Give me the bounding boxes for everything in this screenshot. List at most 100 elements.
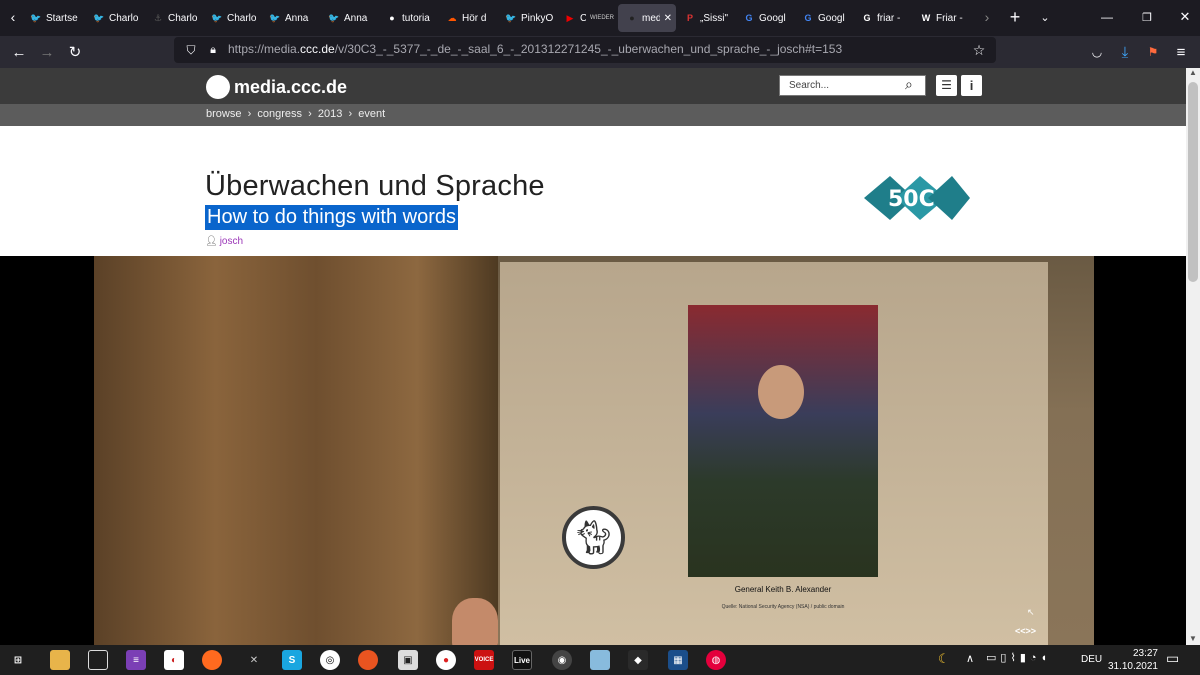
slide-source: Quelle: National Security Agency (NSA) /… [721,604,845,610]
tab-scroll-left-icon[interactable]: ‹ [2,6,24,28]
rss-icon[interactable]: ☰ [936,75,957,96]
tab-label: friar - [877,12,901,24]
tab-2[interactable]: ⚓ Charlo [144,4,202,32]
twitter-icon: 🐦 [505,12,517,23]
tab-1[interactable]: 🐦 Charlo [85,4,143,32]
ableton-live-icon[interactable]: Live [512,650,532,670]
play-button-cat-icon[interactable]: 🐈︎ [562,506,625,569]
app-icon-5[interactable]: ▣ [398,650,418,670]
file-explorer-icon[interactable] [50,650,70,670]
tab-scroll-right-icon[interactable]: › [976,6,998,28]
site-name: media.ccc.de [234,76,348,97]
bookmark-star-icon[interactable]: ☆ [968,39,990,61]
clock[interactable]: 23:27 31.10.2021 [1102,647,1158,673]
page-title: Überwachen und Sprache [205,170,545,202]
speaker-link[interactable]: 👤︎ josch [205,236,243,247]
tab-list-dropdown-icon[interactable]: ⌄ [1034,6,1056,28]
cat-logo-icon [206,75,230,99]
app-icon-4[interactable]: ◎ [320,650,340,670]
tab-label: Friar - [936,12,963,24]
forward-button[interactable]: → [36,41,58,63]
desktop-icon[interactable] [88,650,108,670]
url-text[interactable]: https://media.ccc.de/v/30C3_-_5377_-_de_… [228,42,842,56]
translate-icon: G [745,13,753,23]
slide-nav-arrows[interactable]: <<>> [1015,626,1036,636]
breadcrumb-bar [0,104,1186,126]
app-icon-6[interactable]: ● [436,650,456,670]
restore-button[interactable]: ❐ [1136,6,1158,28]
downloads-icon[interactable]: ⤓ [1114,41,1136,63]
app-icon-8[interactable]: ◆ [628,650,648,670]
tab-11[interactable]: P „Sissi" [676,4,734,32]
app-icon-7[interactable] [590,650,610,670]
tab-4[interactable]: 🐦 Anna [261,4,319,32]
youtube-icon: ▶ [566,12,574,23]
tab-6[interactable]: ● tutoria [378,4,436,32]
tab-label: Anna [344,12,368,24]
scrollbar-thumb[interactable] [1188,82,1198,282]
pocket-icon[interactable]: ◡ [1086,41,1108,63]
tab-5[interactable]: 🐦 Anna [320,4,378,32]
new-tab-button[interactable]: + [1004,6,1026,28]
tab-9[interactable]: ▶ Charlo WIEDER [556,4,614,32]
start-icon[interactable]: ⊞ [8,650,28,670]
wikipedia-icon: W [921,13,931,23]
site-logo[interactable]: media.ccc.de [206,74,347,100]
cursor-icon: ↖ [1027,607,1035,617]
minimize-button[interactable]: — [1096,6,1118,28]
lock-icon[interactable]: 🔒︎ [202,39,224,61]
media-ccc-icon: ● [629,13,635,23]
search-input[interactable]: Search... [779,75,926,96]
virtualbox-icon[interactable]: ▦ [668,650,688,670]
tab-0[interactable]: 🐦 Startse [22,4,80,32]
event-logo: 50C [864,176,970,220]
tab-label: Charlo [227,12,257,24]
moon-icon[interactable]: ☾ [938,651,950,667]
clock-date: 31.10.2021 [1107,661,1158,672]
notifications-icon[interactable]: ▭ [1166,650,1179,667]
app-icon-2[interactable]: ◐ [164,650,184,670]
firefox-icon[interactable] [202,650,222,670]
p-icon: P [686,13,693,23]
tracking-protection-icon[interactable]: ⛉ [180,39,202,61]
app-icon-1[interactable]: ≡ [126,650,146,670]
tab-13[interactable]: G Googl [794,4,852,32]
tab-8[interactable]: 🐦 PinkyO [497,4,555,32]
obs-icon[interactable]: ◉ [552,650,572,670]
tab-label: Googl [818,12,845,24]
back-button[interactable]: ← [8,41,30,63]
tab-10[interactable]: ● med ✕ [618,4,676,32]
voicemeeter-icon[interactable]: VOICE [474,650,494,670]
scroll-up-icon[interactable]: ▲ [1189,68,1197,77]
breadcrumb-item[interactable]: congress [257,108,302,120]
input-language[interactable]: DEU [1081,654,1102,665]
reload-button[interactable]: ↻ [64,41,86,63]
close-window-button[interactable]: ✕ [1174,6,1196,28]
svg-text:50C: 50C [888,187,935,212]
app-icon-3[interactable]: ✕ [244,650,264,670]
app-icon-9[interactable]: ◍ [706,650,726,670]
scroll-down-icon[interactable]: ▼ [1189,634,1197,643]
breadcrumb-item[interactable]: 2013 [318,108,342,120]
tab-14[interactable]: Gfriar - [853,4,911,32]
tab-12[interactable]: G Googl [735,4,793,32]
menu-icon[interactable]: ≡ [1170,41,1192,63]
tab-15[interactable]: W Friar - [912,4,970,32]
tab-7[interactable]: ☁ Hör d [438,4,496,32]
breadcrumb-item[interactable]: event [358,108,385,120]
twitter-icon: 🐦 [211,12,223,23]
twitter-icon: 🐦 [328,12,340,23]
twitter-icon: 🐦 [93,12,105,23]
extension-icon[interactable]: ⚑ [1142,41,1164,63]
tray-expand-icon[interactable]: ∧ [966,652,974,665]
tab-label: „Sissi" [700,12,728,24]
search-icon[interactable]: ⌕ [905,76,925,96]
info-icon[interactable]: i [961,75,982,96]
speaker-name: josch [219,236,244,247]
tab-3[interactable]: 🐦 Charlo [203,4,261,32]
ubuntu-icon[interactable] [358,650,378,670]
tray-icons[interactable]: ▭▯⌇▮◔◖ [986,651,1051,664]
skype-icon[interactable]: S [282,650,302,670]
breadcrumb-item[interactable]: browse [206,108,241,120]
close-tab-icon[interactable]: ✕ [664,13,676,24]
